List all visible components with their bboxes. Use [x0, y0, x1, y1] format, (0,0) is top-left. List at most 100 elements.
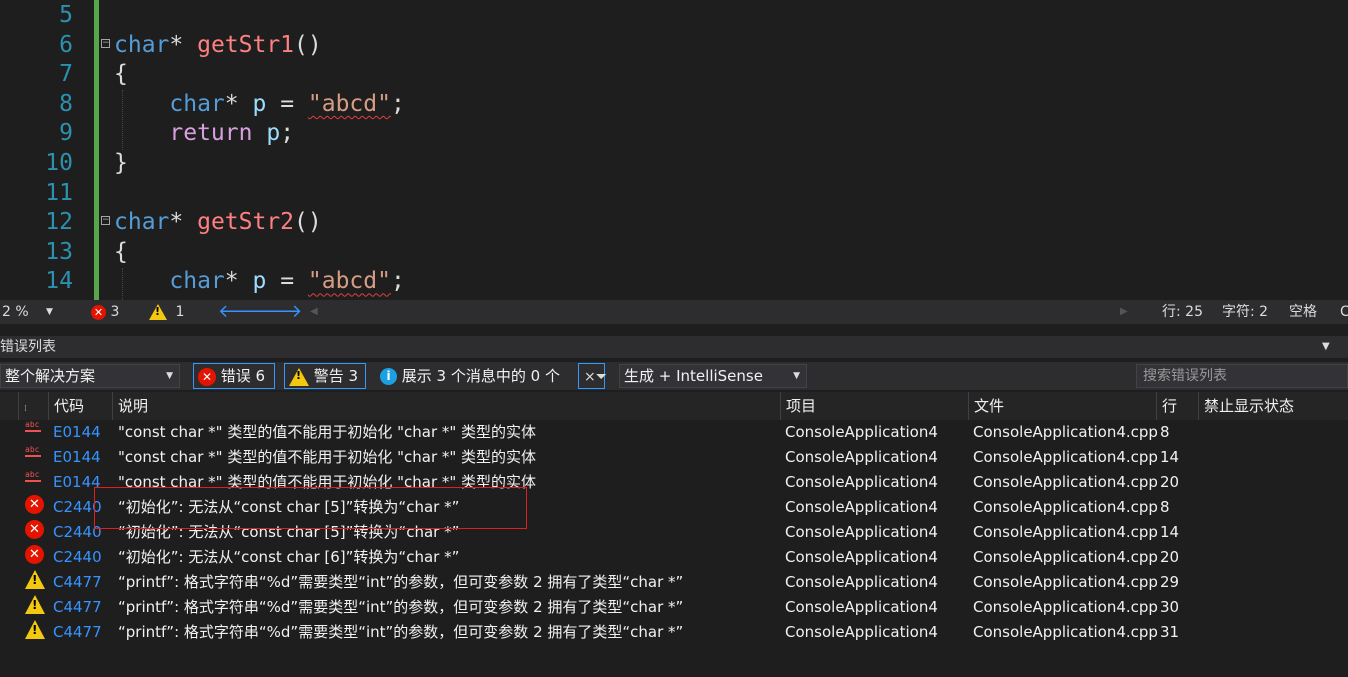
column-header-icon[interactable]: ⁞	[18, 392, 48, 420]
whitespace-mode[interactable]: 空格	[1289, 300, 1317, 324]
build-filter-dropdown[interactable]: 生成 + IntelliSense ▼	[619, 364, 807, 388]
error-code-link[interactable]: C4477	[53, 570, 102, 595]
cursor-char: 字符: 2	[1222, 304, 1269, 320]
error-list-title-bar: 错误列表 ▼	[0, 336, 1348, 358]
error-code-link[interactable]: C4477	[53, 595, 102, 620]
column-header-line[interactable]: 行	[1156, 392, 1198, 420]
code-token: return	[169, 120, 253, 147]
column-header-code[interactable]: 代码	[48, 392, 112, 420]
code-line[interactable]: 8 char* p = "abcd";	[0, 89, 1348, 119]
code-line[interactable]: 6 − char* getStr1()	[0, 30, 1348, 60]
table-row[interactable]: ! C4477 “printf”: 格式字符串“%d”需要类型“int”的参数，但可…	[0, 620, 1348, 645]
line-number: 14	[45, 268, 73, 295]
line-number: 7	[59, 61, 73, 88]
error-file: ConsoleApplication4.cpp	[973, 498, 1158, 516]
panel-menu-icon[interactable]: ▼	[1322, 336, 1330, 358]
error-line: 30	[1160, 598, 1180, 616]
code-token: *	[224, 268, 253, 295]
scope-dropdown[interactable]: 整个解决方案 ▼	[0, 364, 180, 388]
status-warning-indicator[interactable]: ! 1	[149, 300, 184, 324]
error-line: 20	[1160, 548, 1180, 566]
error-project: ConsoleApplication4	[785, 473, 938, 491]
table-row[interactable]: abc E0144 "const char *" 类型的值不能用于初始化 "char…	[0, 420, 1348, 445]
error-line: 8	[1160, 423, 1170, 441]
code-token: p	[252, 90, 267, 117]
code-line[interactable]: 9 return p;	[0, 118, 1348, 148]
code-token: ()	[294, 31, 322, 58]
zoom-level[interactable]: 2 %	[2, 300, 29, 324]
error-file: ConsoleApplication4.cpp	[973, 573, 1158, 591]
code-line[interactable]: 11	[0, 178, 1348, 208]
error-code-link[interactable]: C4477	[53, 620, 102, 645]
code-line[interactable]: 5	[0, 0, 1348, 30]
line-number: 12	[45, 209, 73, 236]
scope-value: 整个解决方案	[5, 367, 96, 385]
error-project: ConsoleApplication4	[785, 623, 938, 641]
messages-filter-button[interactable]: i 展示 3 个消息中的 0 个	[375, 363, 565, 389]
scroll-left-icon[interactable]: ◀	[310, 300, 318, 324]
code-token: =	[266, 268, 308, 295]
collapse-icon[interactable]: −	[101, 38, 110, 48]
code-token: {	[114, 238, 128, 265]
error-project: ConsoleApplication4	[785, 548, 938, 566]
error-description: “初始化”: 无法从“const char [6]”转换为“char *”	[118, 548, 460, 566]
warning-icon: !	[25, 620, 45, 639]
code-text: char* getStr2()	[114, 207, 322, 237]
error-file: ConsoleApplication4.cpp	[973, 473, 1158, 491]
code-token: "abcd"	[307, 268, 391, 295]
error-line: 14	[1160, 523, 1180, 541]
scroll-right-icon[interactable]: ▶	[1120, 300, 1128, 324]
error-description: "const char *" 类型的值不能用于初始化 "char *" 类型的实…	[118, 423, 537, 441]
error-code-link[interactable]: C2440	[53, 545, 102, 570]
code-token: =	[266, 90, 308, 117]
code-token: p	[252, 268, 267, 295]
filter-toggle-button[interactable]: ⨯⏷	[578, 363, 607, 389]
spell-error-icon: abc	[25, 470, 43, 486]
table-row[interactable]: ✕ C2440 “初始化”: 无法从“const char [6]”转换为“char…	[0, 545, 1348, 570]
error-project: ConsoleApplication4	[785, 448, 938, 466]
zoom-dropdown-arrow-icon[interactable]: ▼	[46, 300, 53, 324]
code-line[interactable]: 10}	[0, 148, 1348, 178]
warning-icon: !	[289, 367, 309, 386]
search-error-list-input[interactable]: 搜索错误列表	[1136, 364, 1348, 388]
code-line[interactable]: 7{	[0, 59, 1348, 89]
code-token: char	[114, 31, 170, 58]
error-line: 29	[1160, 573, 1180, 591]
line-number: 10	[45, 150, 73, 176]
code-token: }	[114, 150, 128, 176]
error-project: ConsoleApplication4	[785, 523, 938, 541]
table-row[interactable]: abc E0144 "const char *" 类型的值不能用于初始化 "char…	[0, 445, 1348, 470]
code-token: char	[169, 90, 225, 117]
collapse-icon[interactable]: −	[101, 216, 110, 226]
column-header-description[interactable]: 说明	[112, 392, 780, 420]
code-line[interactable]: 13 {	[0, 237, 1348, 267]
code-token: *	[224, 90, 253, 117]
code-text: char* p = "abcd";	[114, 89, 404, 119]
code-token: *	[169, 209, 198, 236]
warnings-filter-button[interactable]: ! 警告 3	[284, 363, 366, 389]
warning-icon: !	[25, 595, 45, 614]
code-line[interactable]: 14 char* p = "abcd";	[0, 266, 1348, 296]
status-extra: C	[1340, 304, 1348, 320]
code-editor[interactable]: 5 6− char* getStr1() 7{8 char* p = "abcd"; 9…	[0, 0, 1348, 300]
error-line: 20	[1160, 473, 1180, 491]
error-code-link[interactable]: E0144	[53, 420, 101, 445]
errors-filter-button[interactable]: ✕ 错误 6	[193, 363, 275, 389]
column-header-file[interactable]: 文件	[968, 392, 1156, 420]
table-row[interactable]: ! C4477 “printf”: 格式字符串“%d”需要类型“int”的参数，但可…	[0, 595, 1348, 620]
error-file: ConsoleApplication4.cpp	[973, 523, 1158, 541]
table-row[interactable]: ! C4477 “printf”: 格式字符串“%d”需要类型“int”的参数，但可…	[0, 570, 1348, 595]
warning-icon: !	[149, 304, 167, 320]
error-line: 8	[1160, 498, 1170, 516]
code-token: char	[114, 209, 170, 236]
column-header-project[interactable]: 项目	[780, 392, 968, 420]
error-code-link[interactable]: E0144	[53, 445, 101, 470]
code-line[interactable]: 12 − char* getStr2()	[0, 207, 1348, 237]
search-placeholder: 搜索错误列表	[1143, 368, 1227, 384]
column-header-suppression[interactable]: 禁止显示状态	[1198, 392, 1348, 420]
line-number: 11	[45, 179, 73, 206]
arrow-right-icon[interactable]: 🡒	[254, 300, 302, 324]
status-error-indicator[interactable]: ✕ 3	[91, 300, 119, 324]
